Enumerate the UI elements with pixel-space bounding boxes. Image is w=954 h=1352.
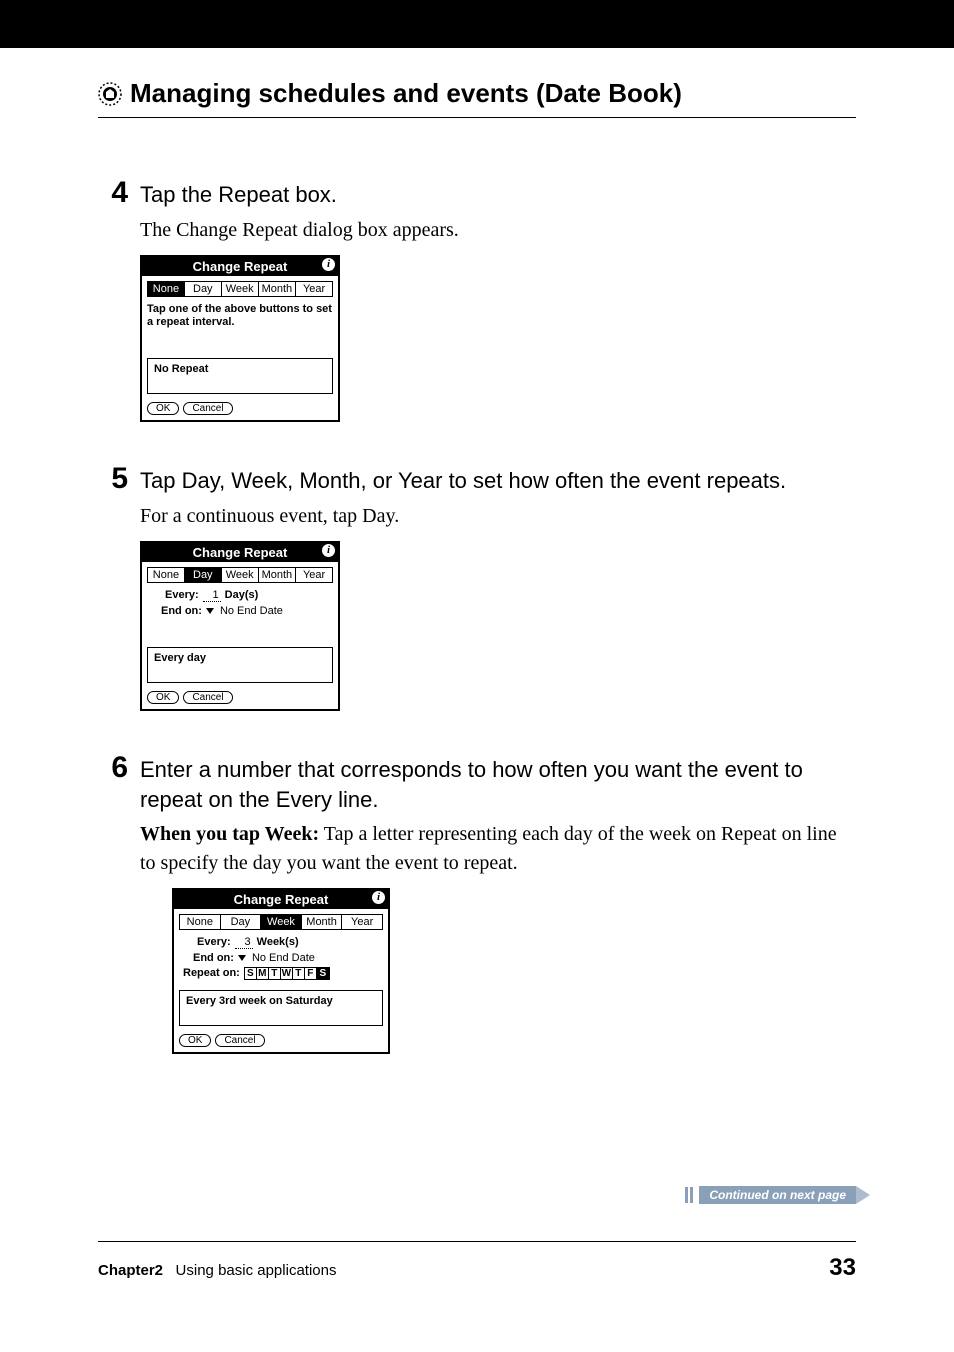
info-icon[interactable]: i bbox=[372, 891, 385, 904]
every-label: Every: bbox=[165, 589, 199, 601]
ok-button[interactable]: OK bbox=[147, 402, 179, 415]
tab-week[interactable]: Week bbox=[222, 568, 259, 582]
datebook-icon bbox=[98, 82, 122, 106]
dropdown-icon[interactable] bbox=[238, 955, 246, 961]
step-instruction: Tap the Repeat box. bbox=[140, 180, 856, 210]
step-description: For a continuous event, tap Day. bbox=[140, 502, 856, 531]
day-tue[interactable]: T bbox=[269, 968, 281, 979]
step-number: 5 bbox=[98, 464, 140, 729]
repeat-summary: No Repeat bbox=[147, 358, 333, 394]
info-icon[interactable]: i bbox=[322, 544, 335, 557]
tab-day[interactable]: Day bbox=[221, 915, 262, 929]
step-description: When you tap Week: Tap a letter represen… bbox=[140, 820, 856, 878]
chapter-label: Chapter2 bbox=[98, 1262, 163, 1279]
cancel-button[interactable]: Cancel bbox=[215, 1034, 264, 1047]
day-mon[interactable]: M bbox=[257, 968, 269, 979]
day-letter-row: S M T W T F S bbox=[244, 967, 330, 980]
tab-day[interactable]: Day bbox=[185, 568, 222, 582]
step-instruction: Enter a number that corresponds to how o… bbox=[140, 755, 856, 814]
top-bar bbox=[0, 0, 954, 48]
repeaton-label: Repeat on: bbox=[183, 967, 240, 979]
ok-button[interactable]: OK bbox=[147, 691, 179, 704]
tab-none[interactable]: None bbox=[148, 568, 185, 582]
dialog-help-text: Tap one of the above buttons to set a re… bbox=[147, 303, 333, 331]
day-thu[interactable]: T bbox=[293, 968, 305, 979]
endon-label: End on: bbox=[193, 952, 234, 964]
chapter-subtitle: Using basic applications bbox=[176, 1262, 337, 1279]
every-input[interactable]: 1 bbox=[203, 589, 221, 602]
repeat-summary: Every day bbox=[147, 647, 333, 683]
page-footer: Chapter2 Using basic applications 33 bbox=[98, 1241, 856, 1282]
step-description: The Change Repeat dialog box appears. bbox=[140, 216, 856, 245]
step-5: 5 Tap Day, Week, Month, or Year to set h… bbox=[98, 464, 856, 729]
dialog-title-text: Change Repeat bbox=[193, 545, 288, 560]
tab-year[interactable]: Year bbox=[342, 915, 382, 929]
endon-label: End on: bbox=[161, 605, 202, 617]
day-fri[interactable]: F bbox=[305, 968, 317, 979]
every-input[interactable]: 3 bbox=[235, 936, 253, 949]
tab-week[interactable]: Week bbox=[261, 915, 302, 929]
day-wed[interactable]: W bbox=[281, 968, 293, 979]
day-sun[interactable]: S bbox=[245, 968, 257, 979]
desc-bold: When you tap Week: bbox=[140, 823, 319, 845]
interval-tabs: None Day Week Month Year bbox=[147, 281, 333, 297]
every-label: Every: bbox=[197, 936, 231, 948]
step-6: 6 Enter a number that corresponds to how… bbox=[98, 753, 856, 1072]
change-repeat-dialog-none: Change Repeat i None Day Week Month Year… bbox=[140, 255, 340, 423]
endon-value[interactable]: No End Date bbox=[220, 605, 283, 617]
interval-tabs: None Day Week Month Year bbox=[147, 567, 333, 583]
repeat-summary: Every 3rd week on Saturday bbox=[179, 990, 383, 1026]
tab-month[interactable]: Month bbox=[259, 282, 297, 296]
endon-value[interactable]: No End Date bbox=[252, 952, 315, 964]
ok-button[interactable]: OK bbox=[179, 1034, 211, 1047]
change-repeat-dialog-week: Change Repeat i None Day Week Month Year… bbox=[172, 888, 390, 1054]
step-instruction: Tap Day, Week, Month, or Year to set how… bbox=[140, 466, 856, 496]
step-4: 4 Tap the Repeat box. The Change Repeat … bbox=[98, 178, 856, 440]
cancel-button[interactable]: Cancel bbox=[183, 691, 232, 704]
tab-year[interactable]: Year bbox=[296, 568, 332, 582]
section-header: Managing schedules and events (Date Book… bbox=[98, 78, 856, 118]
section-title: Managing schedules and events (Date Book… bbox=[130, 78, 682, 109]
cancel-button[interactable]: Cancel bbox=[183, 402, 232, 415]
dialog-title: Change Repeat i bbox=[174, 890, 388, 909]
tab-month[interactable]: Month bbox=[259, 568, 297, 582]
step-number: 4 bbox=[98, 178, 140, 440]
step-number: 6 bbox=[98, 753, 140, 1072]
tab-month[interactable]: Month bbox=[302, 915, 343, 929]
day-sat[interactable]: S bbox=[317, 968, 329, 979]
continued-text: Continued on next page bbox=[699, 1186, 856, 1204]
every-unit: Day(s) bbox=[225, 589, 259, 601]
dialog-title: Change Repeat i bbox=[142, 543, 338, 562]
dialog-title-text: Change Repeat bbox=[234, 892, 329, 907]
page-number: 33 bbox=[829, 1254, 856, 1282]
every-unit: Week(s) bbox=[257, 936, 299, 948]
dialog-title: Change Repeat i bbox=[142, 257, 338, 276]
dropdown-icon[interactable] bbox=[206, 608, 214, 614]
interval-tabs: None Day Week Month Year bbox=[179, 914, 383, 930]
tab-year[interactable]: Year bbox=[296, 282, 332, 296]
info-icon[interactable]: i bbox=[322, 258, 335, 271]
tab-week[interactable]: Week bbox=[222, 282, 259, 296]
dialog-title-text: Change Repeat bbox=[193, 259, 288, 274]
tab-none[interactable]: None bbox=[180, 915, 221, 929]
change-repeat-dialog-day: Change Repeat i None Day Week Month Year… bbox=[140, 541, 340, 711]
continued-indicator: Continued on next page bbox=[685, 1186, 856, 1204]
tab-day[interactable]: Day bbox=[185, 282, 222, 296]
tab-none[interactable]: None bbox=[148, 282, 185, 296]
